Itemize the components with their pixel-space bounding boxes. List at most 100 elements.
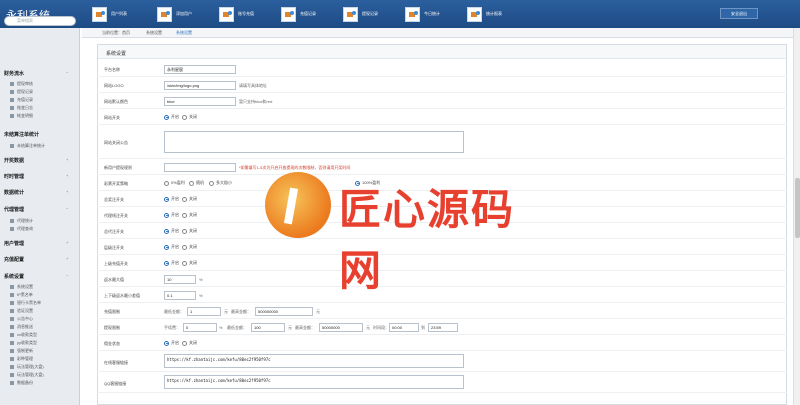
site-switch-on-radio[interactable]: 开启 bbox=[164, 114, 179, 120]
sidebar-item[interactable]: 数据备份 bbox=[10, 380, 33, 386]
sidebar-item[interactable]: 帐变明细 bbox=[10, 113, 33, 119]
close-notice-textarea[interactable] bbox=[164, 131, 464, 153]
sidebar-item[interactable]: 提现记录 bbox=[10, 89, 33, 95]
sidebar-item[interactable]: 代理查询 bbox=[10, 226, 33, 232]
nav-account-recharge[interactable]: 账号充值 bbox=[219, 5, 254, 23]
sidebar-item[interactable]: 公告中心 bbox=[10, 316, 33, 322]
logo-input[interactable]: /skin/img/logo.png bbox=[164, 81, 236, 90]
min-ratio-input[interactable]: 0.1 bbox=[164, 291, 196, 300]
item-icon bbox=[10, 98, 14, 102]
scroll-thumb[interactable] bbox=[795, 178, 800, 238]
recharge-icon bbox=[219, 6, 234, 22]
radio-dot bbox=[164, 180, 169, 186]
member-reg-on-radio[interactable]: 开启 bbox=[164, 228, 179, 234]
draw-rule-option[interactable]: 多大赔小 bbox=[209, 180, 232, 186]
item-icon bbox=[10, 357, 14, 361]
sidebar-item[interactable]: 彩种管理 bbox=[10, 356, 33, 362]
recharge-min-input[interactable]: 1 bbox=[187, 307, 221, 316]
sidebar-item[interactable]: 验证设置 bbox=[10, 308, 33, 314]
stats-icon bbox=[405, 6, 420, 22]
sidebar-item[interactable]: 系统设置 bbox=[10, 284, 33, 290]
sidebar-item[interactable]: 未结算注单统计 bbox=[10, 143, 45, 149]
records-icon bbox=[281, 6, 296, 22]
sidebar-section-system[interactable]: 系统设置 bbox=[4, 273, 24, 280]
sidebar-item[interactable]: 提现审核 bbox=[10, 81, 33, 87]
row-service-url: 在线客服链接 https://kf.zhantaijc.com/kefu/80e… bbox=[97, 352, 787, 372]
ranking-off-radio[interactable]: 关闭 bbox=[182, 196, 197, 202]
sidebar-section-recharge-config[interactable]: 充值配置 bbox=[4, 256, 24, 263]
sidebar-item[interactable]: 银行卡黑名单 bbox=[10, 300, 41, 306]
item-icon bbox=[10, 285, 14, 289]
sidebar-item[interactable]: 代理统计 bbox=[10, 218, 33, 224]
sidebar-item[interactable]: 强制更新 bbox=[10, 348, 33, 354]
max-ratio-input[interactable]: 10 bbox=[164, 275, 196, 284]
nav-reports[interactable]: 统计报表 bbox=[467, 5, 502, 23]
withdraw-switch-on-radio[interactable]: 开启 bbox=[164, 340, 179, 346]
item-icon bbox=[10, 106, 14, 110]
default-color-input[interactable]: blue bbox=[164, 97, 236, 106]
breadcrumb-home[interactable]: 当前位置：首页 bbox=[102, 30, 130, 36]
sidebar-section-data-stats[interactable]: 数据统计 bbox=[4, 189, 24, 196]
radio-dot bbox=[189, 180, 194, 186]
nav-today-stats[interactable]: 今日统计 bbox=[405, 5, 440, 23]
online-on-radio[interactable]: 开启 bbox=[164, 260, 179, 266]
withdraw-max-input[interactable]: 50000000 bbox=[319, 323, 363, 332]
nav-add-user[interactable]: 添加用户 bbox=[157, 5, 192, 23]
sidebar-section-time[interactable]: 时时管理 bbox=[4, 173, 24, 180]
nav-recharge-records[interactable]: 充值记录 bbox=[281, 5, 316, 23]
recharge-max-input[interactable]: 500000000 bbox=[255, 307, 313, 316]
withdraw-min-input[interactable]: 100 bbox=[251, 323, 285, 332]
agent-reg-on-radio[interactable]: 开启 bbox=[164, 212, 179, 218]
site-switch-off-radio[interactable]: 关闭 bbox=[182, 114, 197, 120]
logout-button[interactable]: 安全退出 bbox=[720, 8, 758, 19]
sidebar-item[interactable]: 玩法管理(大盘) bbox=[10, 372, 44, 378]
withdraw-switch-off-radio[interactable]: 关闭 bbox=[182, 340, 197, 346]
withdraw-time-from[interactable]: 00:00 bbox=[389, 323, 419, 332]
item-icon bbox=[10, 349, 14, 353]
watermark-logo-icon bbox=[265, 172, 331, 238]
lucky-off-radio[interactable]: 关闭 bbox=[182, 244, 197, 250]
agent-reg-off-radio[interactable]: 关闭 bbox=[182, 212, 197, 218]
withdraw-fee-input[interactable]: 0 bbox=[183, 323, 217, 332]
sidebar-section-finance[interactable]: 财务流水 bbox=[4, 70, 24, 77]
radio-dot bbox=[209, 180, 214, 186]
radio-dot bbox=[182, 228, 187, 234]
item-icon bbox=[10, 90, 14, 94]
sidebar-item[interactable]: 充值记录 bbox=[10, 97, 33, 103]
service-url-textarea[interactable]: https://kf.zhantaijc.com/kefu/80ec2f950f… bbox=[164, 354, 464, 368]
ranking-on-radio[interactable]: 开启 bbox=[164, 196, 179, 202]
chevron-icon: + bbox=[66, 157, 69, 162]
sidebar-section-agents[interactable]: 代理管理 bbox=[4, 206, 24, 213]
member-reg-off-radio[interactable]: 关闭 bbox=[182, 228, 197, 234]
page-scrollbar[interactable] bbox=[793, 28, 800, 405]
sidebar-item[interactable]: xx收款类型 bbox=[10, 332, 37, 338]
breadcrumb-section[interactable]: 系统设置 bbox=[146, 30, 162, 36]
sidebar-item[interactable]: 玩法管理(大盘) bbox=[10, 364, 44, 370]
qq-url-textarea[interactable]: https://kf.zhantaijc.com/kefu/80ec2f950f… bbox=[164, 375, 464, 389]
breadcrumb-current: 系统设置 bbox=[176, 30, 192, 35]
nav-user-list[interactable]: 用户列表 bbox=[92, 5, 127, 23]
draw-notice-input[interactable] bbox=[164, 163, 236, 172]
draw-rule-option[interactable]: 0%盈利 bbox=[164, 180, 185, 186]
sidebar-item[interactable]: yy收款类型 bbox=[10, 340, 37, 346]
sidebar-section-unsettled[interactable]: 未结算注单统计 bbox=[4, 131, 39, 138]
item-icon bbox=[10, 325, 14, 329]
platform-name-input[interactable]: 永利星宸 bbox=[164, 65, 236, 74]
row-qq-url: QQ客服链接 https://kf.zhantaijc.com/kefu/80e… bbox=[97, 373, 787, 393]
sidebar-item[interactable]: 消息推送 bbox=[10, 324, 33, 330]
sidebar-section-users[interactable]: 用户管理 bbox=[4, 240, 24, 247]
lucky-on-radio[interactable]: 开启 bbox=[164, 244, 179, 250]
chevron-icon: + bbox=[66, 173, 69, 178]
sidebar-item[interactable]: IP黑名单 bbox=[10, 292, 33, 298]
radio-dot bbox=[164, 228, 169, 234]
nav-withdraw-records[interactable]: 提现记录 bbox=[343, 5, 378, 23]
online-off-radio[interactable]: 关闭 bbox=[182, 260, 197, 266]
row-withdraw-switch: 佣金状态 开启 关闭 bbox=[97, 336, 787, 351]
menu-search-input[interactable]: 菜单搜索 bbox=[4, 16, 76, 26]
item-icon bbox=[10, 373, 14, 377]
item-icon bbox=[10, 219, 14, 223]
draw-rule-option[interactable]: 随机 bbox=[189, 180, 204, 186]
withdraw-time-to[interactable]: 23:59 bbox=[428, 323, 458, 332]
sidebar-item[interactable]: 账变日志 bbox=[10, 105, 33, 111]
sidebar-section-lottery-data[interactable]: 开奖数据 bbox=[4, 157, 24, 164]
